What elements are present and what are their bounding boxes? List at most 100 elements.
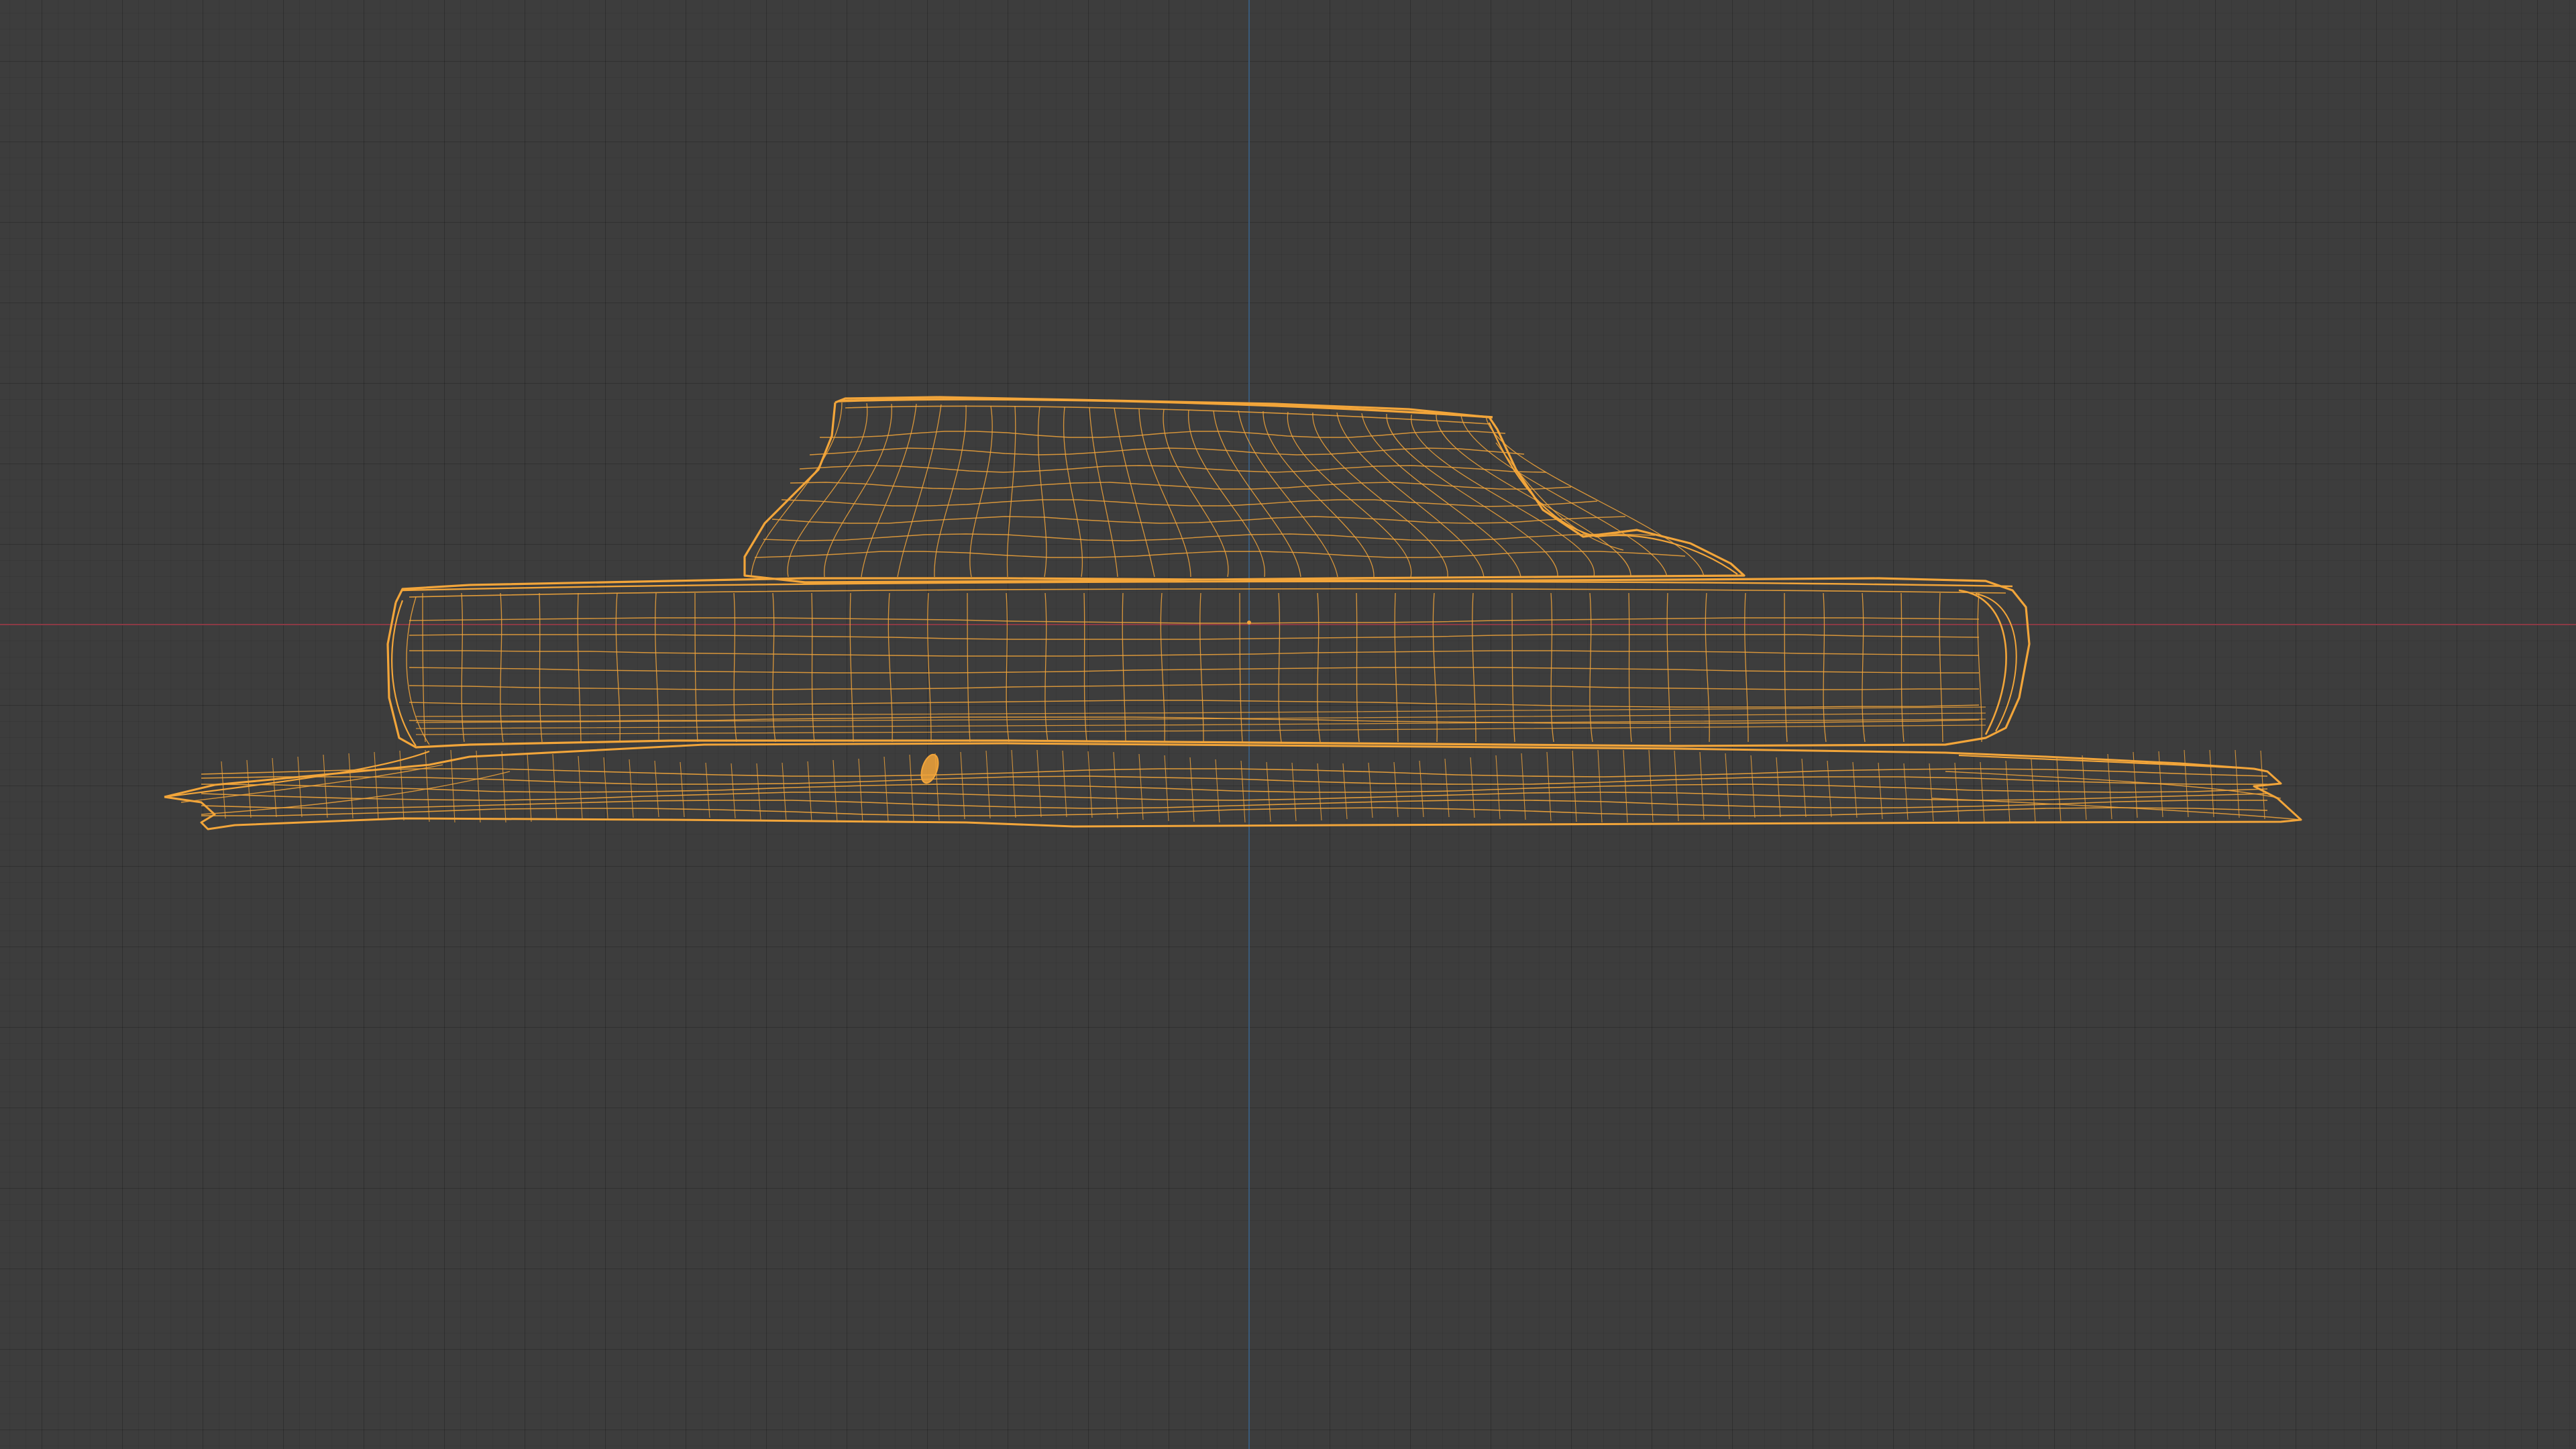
base-slab-edge <box>1011 749 1016 818</box>
top-tier-outline <box>743 396 1746 584</box>
top-tier-loop <box>763 533 1656 541</box>
middle-tier-edge <box>1550 592 1554 743</box>
base-slab-edge <box>1827 760 1832 818</box>
base-slab-edge <box>552 753 557 821</box>
middle-tier-edge <box>461 592 465 743</box>
middle-tier-edge <box>655 592 659 743</box>
middle-tier-edge <box>1628 592 1632 743</box>
base-slab-loop <box>201 775 2267 785</box>
base-slab-edge <box>2107 753 2112 820</box>
base-slab-edge <box>1674 750 1679 822</box>
middle-tier-rim <box>409 588 2006 598</box>
top-tier-loop <box>771 516 1626 524</box>
middle-tier-edge <box>1666 592 1671 743</box>
top-tier-loop <box>809 447 1525 455</box>
base-slab-edge <box>1138 753 1144 820</box>
base-slab-edge <box>476 750 481 823</box>
middle-tier-edge <box>500 592 504 743</box>
viewport-canvas[interactable] <box>0 0 2576 1449</box>
base-slab-edge <box>527 752 532 822</box>
middle-tier-edge <box>577 592 582 743</box>
top-tier-edge <box>1063 407 1083 578</box>
middle-tier-edge <box>927 592 932 743</box>
top-tier-edge <box>787 402 868 578</box>
base-slab-edge <box>1342 763 1348 820</box>
base-slab-edge <box>1878 762 1883 820</box>
base-slab-edge <box>1470 757 1475 818</box>
base-slab-edge <box>374 751 379 820</box>
middle-tier-loop <box>409 634 1980 640</box>
mesh-object[interactable] <box>164 396 2302 830</box>
middle-tier-edge <box>1823 592 1827 743</box>
middle-tier-edge <box>615 592 621 743</box>
skirt-flare-right <box>1958 754 2255 770</box>
middle-tier-edge <box>1705 592 1710 743</box>
base-slab-edge <box>246 759 252 818</box>
middle-tier-edge <box>1784 592 1788 743</box>
base-slab-edge <box>578 755 583 820</box>
middle-tier-outline <box>386 577 2031 749</box>
middle-tier-edge <box>811 592 815 743</box>
middle-tier-edge <box>1160 592 1165 743</box>
base-slab-edge <box>1062 750 1067 818</box>
base-slab-edge <box>1903 763 1909 820</box>
middle-tier-loop <box>409 684 1979 690</box>
base-slab-edge <box>1725 753 1730 820</box>
middle-tier-loop <box>409 650 1980 657</box>
base-slab-edge <box>909 754 914 822</box>
middle-tier-loop <box>409 617 1980 624</box>
middle-tier-edge <box>1744 592 1749 743</box>
base-slab-edge <box>1546 751 1552 822</box>
base-slab-edge <box>1368 762 1373 818</box>
base-slab-edge <box>2209 749 2214 818</box>
middle-tier-edge <box>1199 592 1204 743</box>
top-tier-loop <box>820 431 1506 438</box>
top-tier-edge <box>1037 406 1047 578</box>
3d-viewport[interactable] <box>0 0 2576 1449</box>
base-slab-edge <box>399 750 405 821</box>
base-slab-edge <box>883 756 889 822</box>
middle-tier-loop <box>409 716 1980 724</box>
middle-tier-edge <box>694 592 698 743</box>
middle-tier-loop <box>409 667 1979 674</box>
base-slab-edge <box>1801 758 1807 818</box>
base-slab-edge <box>960 751 965 820</box>
base-slab-edge <box>1393 761 1399 818</box>
base-slab-edge <box>1776 757 1781 818</box>
base-slab-edge <box>1929 763 1934 822</box>
base-slab-edge <box>2056 757 2061 822</box>
base-slab-edge <box>2031 759 2036 822</box>
base-slab-edge <box>2082 755 2087 820</box>
top-tier-shoulder <box>1488 422 1738 575</box>
base-slab-edge <box>2005 760 2010 823</box>
middle-tier-edge <box>849 592 854 743</box>
base-slab-edge <box>1699 751 1705 820</box>
base-slab-edge <box>1980 761 1985 823</box>
base-slab-edge <box>1495 755 1501 820</box>
top-tier-loop <box>790 482 1572 490</box>
base-slab-edge <box>629 759 634 818</box>
small-pod-mesh <box>920 753 939 784</box>
middle-tier-loop <box>409 700 1980 708</box>
middle-tier-edge <box>539 592 543 743</box>
base-slab-edge <box>858 758 863 823</box>
base-slab-edge <box>1521 753 1526 820</box>
top-tier-loop <box>799 465 1547 473</box>
base-slab-edge <box>1087 751 1093 818</box>
base-slab-loop <box>201 784 2268 793</box>
base-slab-loop <box>201 807 2268 816</box>
top-tier-edge <box>1114 407 1155 578</box>
middle-tier-edge <box>1589 592 1593 743</box>
base-slab-edge <box>1572 750 1577 822</box>
base-slab-edge <box>501 751 506 823</box>
top-tier-edge <box>1006 405 1016 578</box>
top-tier-edge <box>1089 407 1118 578</box>
base-slab-edge <box>603 757 608 819</box>
base-slab-edge <box>1750 755 1756 818</box>
middle-tier-edge <box>1239 592 1243 743</box>
middle-tier-edge <box>888 592 893 743</box>
object-origin-point <box>1247 621 1251 625</box>
middle-tier-edge <box>772 592 776 743</box>
middle-tier-loop <box>415 724 1986 735</box>
base-slab-loop <box>201 768 2268 777</box>
